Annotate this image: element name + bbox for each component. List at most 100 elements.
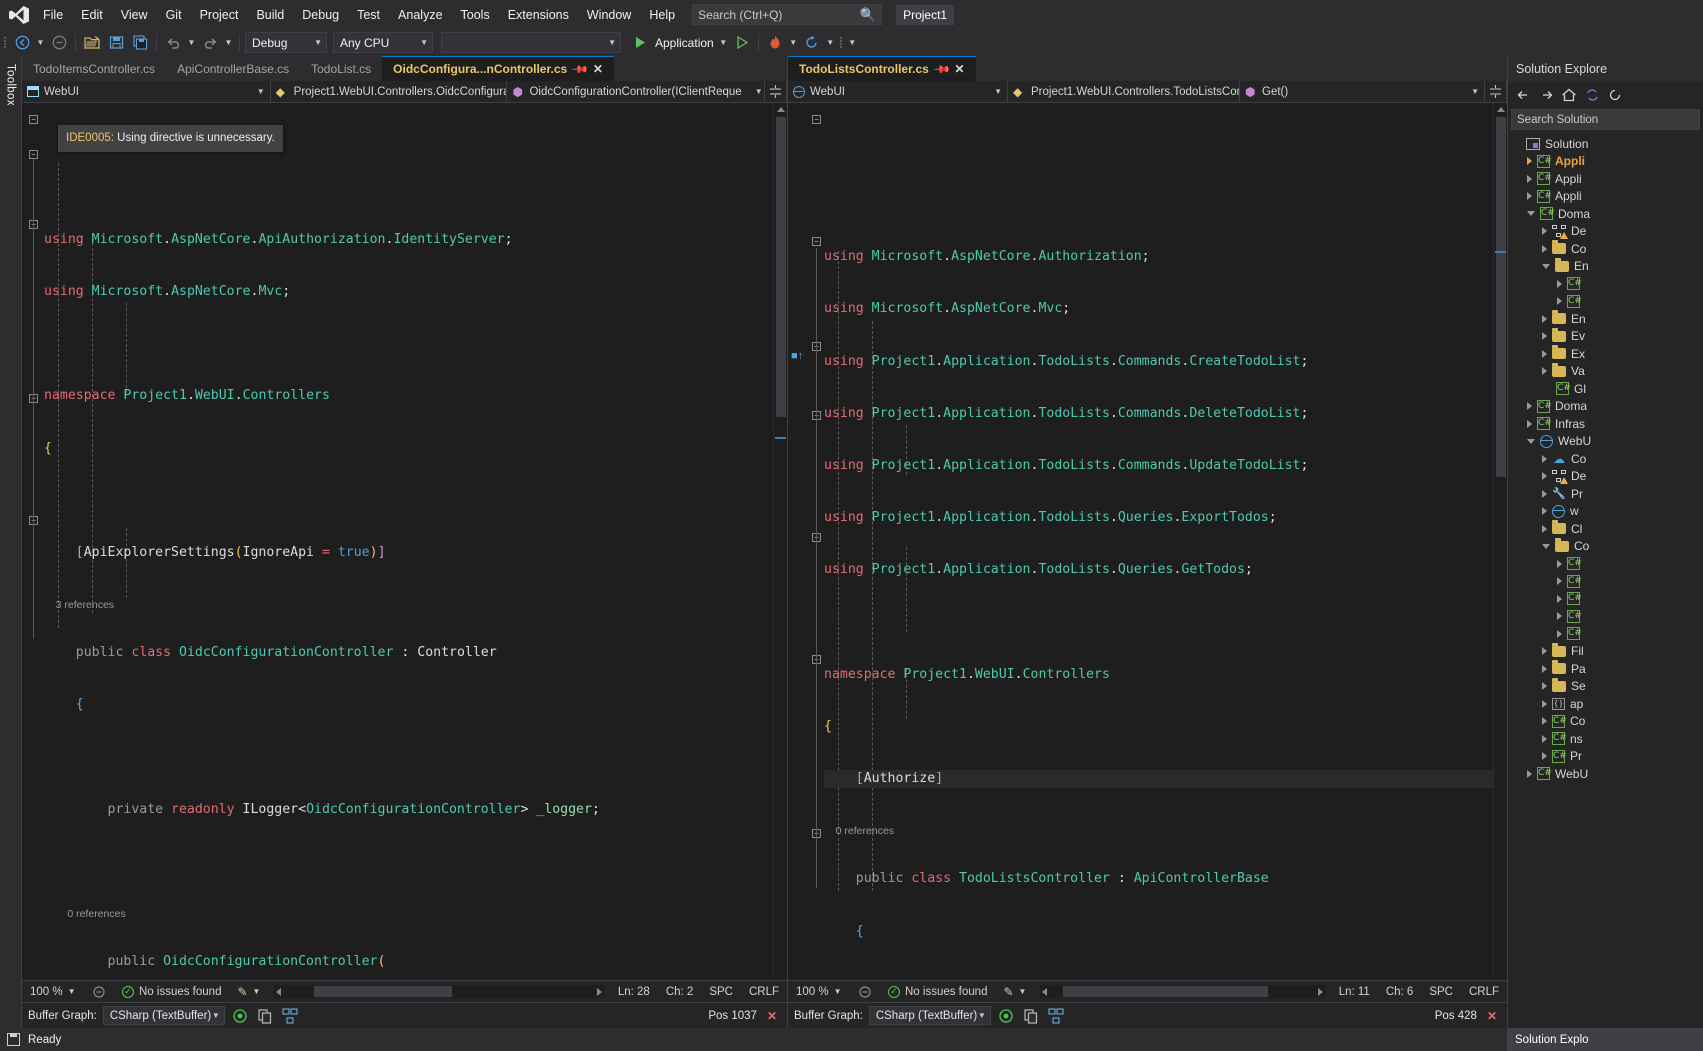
refresh-icon[interactable]: [1605, 85, 1625, 105]
chevron-down-icon[interactable]: [1527, 438, 1535, 444]
chevron-right-icon[interactable]: [1542, 717, 1547, 726]
right-issues-status[interactable]: ✓ No issues found: [880, 985, 995, 998]
solution-tree-item[interactable]: { } ap: [1508, 695, 1703, 713]
redo-dropdown-icon[interactable]: ▼: [223, 38, 234, 47]
toolbar-overflow-icon[interactable]: ▼: [847, 38, 858, 47]
solution-tree-item[interactable]: w: [1508, 503, 1703, 521]
save-all-icon[interactable]: [129, 32, 151, 54]
solution-tree-item[interactable]: Ev: [1508, 327, 1703, 346]
left-buffer-dropdown[interactable]: CSharp (TextBuffer) ▼: [102, 1006, 225, 1025]
solution-search-input[interactable]: Search Solution: [1511, 109, 1700, 130]
right-horizontal-scrollbar[interactable]: [1040, 985, 1325, 998]
menu-tools[interactable]: Tools: [452, 4, 499, 26]
start-without-debugging-icon[interactable]: [731, 32, 753, 54]
menu-help[interactable]: Help: [640, 4, 684, 26]
toolbar-grip[interactable]: [2, 35, 9, 51]
menu-project[interactable]: Project: [191, 4, 248, 26]
solution-tree-item[interactable]: 🔧 Pr: [1508, 485, 1703, 503]
solution-tree-item[interactable]: C#: [1508, 293, 1703, 311]
solution-tree-item[interactable]: C#: [1508, 275, 1703, 293]
right-code-text[interactable]: using Microsoft.AspNetCore.Authorization…: [824, 103, 1493, 980]
solution-tree-item[interactable]: Ex: [1508, 345, 1703, 363]
solution-tree-item[interactable]: Solution: [1508, 135, 1703, 153]
left-diagnostics-icon-cell[interactable]: [84, 985, 114, 999]
solution-tree-item[interactable]: C# Gl: [1508, 380, 1703, 398]
menu-debug[interactable]: Debug: [293, 4, 348, 26]
right-vertical-scrollbar[interactable]: [1493, 103, 1507, 980]
left-zoom-level[interactable]: 100 % ▼: [22, 986, 84, 998]
solution-tree-item[interactable]: C# ns: [1508, 730, 1703, 748]
right-code-area[interactable]: ■↑ − − − − − − − using Microsoft.AspNetC…: [788, 103, 1507, 980]
left-eol-indicator[interactable]: CRLF: [741, 986, 787, 998]
right-spaces-indicator[interactable]: SPC: [1421, 986, 1461, 998]
toolbox-tab[interactable]: Toolbox: [0, 56, 22, 1028]
solution-tree-item[interactable]: Se: [1508, 677, 1703, 696]
solution-tree-item[interactable]: Co: [1508, 240, 1703, 258]
chevron-right-icon[interactable]: [1542, 332, 1547, 341]
left-vertical-scrollbar[interactable]: [773, 103, 787, 980]
solution-tree-item[interactable]: Fil: [1508, 642, 1703, 661]
menu-file[interactable]: File: [34, 4, 72, 26]
right-buffer-dropdown[interactable]: CSharp (TextBuffer) ▼: [868, 1006, 991, 1025]
left-code-text[interactable]: using Microsoft.AspNetCore.ApiAuthorizat…: [44, 103, 773, 980]
solution-tree-item[interactable]: C#: [1508, 608, 1703, 626]
chevron-right-icon[interactable]: [1557, 279, 1562, 288]
chevron-right-icon[interactable]: [1542, 734, 1547, 743]
tab-todolistscontroller[interactable]: TodoListsController.cs 📌 ✕: [788, 56, 976, 81]
scroll-right-icon[interactable]: [1317, 988, 1323, 996]
menu-test[interactable]: Test: [348, 4, 389, 26]
chevron-right-icon[interactable]: [1527, 157, 1532, 166]
chevron-right-icon[interactable]: [1542, 752, 1547, 761]
left-horizontal-scrollbar[interactable]: [274, 985, 604, 998]
buffer-graph-icon[interactable]: [1047, 1006, 1066, 1025]
right-zoom-level[interactable]: 100 % ▼: [788, 986, 850, 998]
chevron-right-icon[interactable]: [1542, 314, 1547, 323]
solution-tree-item[interactable]: De: [1508, 468, 1703, 486]
pin-icon[interactable]: 📌: [932, 60, 951, 78]
left-nav-member[interactable]: ⬢ OidcConfigurationController(IClientReq…: [507, 81, 766, 102]
back-icon[interactable]: [1513, 85, 1533, 105]
chevron-right-icon[interactable]: [1542, 507, 1547, 516]
inheritance-margin-icon[interactable]: ■↑: [791, 350, 803, 362]
scroll-right-icon[interactable]: [596, 988, 602, 996]
fold-toggle[interactable]: −: [29, 115, 38, 124]
left-issues-status[interactable]: ✓ No issues found: [114, 985, 229, 998]
chevron-right-icon[interactable]: [1542, 454, 1547, 463]
solution-tree-item[interactable]: WebU: [1508, 433, 1703, 451]
menu-edit[interactable]: Edit: [72, 4, 112, 26]
left-code-area[interactable]: − − − − − using Microsoft.AspNetCore.Api…: [22, 103, 787, 980]
buffer-copy-icon[interactable]: [256, 1006, 275, 1025]
sync-icon[interactable]: [1582, 85, 1602, 105]
chevron-right-icon[interactable]: [1527, 769, 1532, 778]
right-nav-member[interactable]: ⬢ Get() ▼: [1240, 81, 1485, 102]
chevron-right-icon[interactable]: [1527, 402, 1532, 411]
buffer-copy-icon[interactable]: [1022, 1006, 1041, 1025]
fold-toggle[interactable]: −: [812, 115, 821, 124]
chevron-right-icon[interactable]: [1542, 699, 1547, 708]
left-nav-type[interactable]: ◆ Project1.WebUI.Controllers.OidcConfigu…: [271, 81, 508, 102]
chevron-right-icon[interactable]: [1542, 489, 1547, 498]
navigate-back-dropdown-icon[interactable]: ▼: [35, 38, 46, 47]
split-editor-icon[interactable]: [765, 81, 787, 102]
right-pen-cell[interactable]: ✎ ▼: [995, 985, 1034, 999]
tab-todolist[interactable]: TodoList.cs: [300, 56, 383, 81]
toolbar-overflow[interactable]: [838, 35, 845, 51]
scroll-left-icon[interactable]: [1042, 988, 1048, 996]
solution-tree-item[interactable]: C# Pr: [1508, 748, 1703, 766]
right-diagnostics-icon-cell[interactable]: [850, 985, 880, 999]
undo-icon[interactable]: [162, 32, 184, 54]
hot-reload-dropdown-icon[interactable]: ▼: [788, 38, 799, 47]
pin-icon[interactable]: 📌: [571, 60, 590, 78]
undo-dropdown-icon[interactable]: ▼: [186, 38, 197, 47]
fold-toggle[interactable]: −: [29, 150, 38, 159]
chevron-right-icon[interactable]: [1527, 192, 1532, 201]
restart-icon[interactable]: [801, 32, 823, 54]
scroll-up-icon[interactable]: [777, 107, 785, 112]
chevron-right-icon[interactable]: [1527, 174, 1532, 183]
chevron-right-icon[interactable]: [1557, 629, 1562, 638]
solution-configuration-dropdown[interactable]: Debug ▼: [245, 32, 327, 53]
right-eol-indicator[interactable]: CRLF: [1461, 986, 1507, 998]
chevron-right-icon[interactable]: [1542, 349, 1547, 358]
chevron-right-icon[interactable]: [1542, 472, 1547, 481]
scroll-thumb[interactable]: [776, 117, 786, 417]
